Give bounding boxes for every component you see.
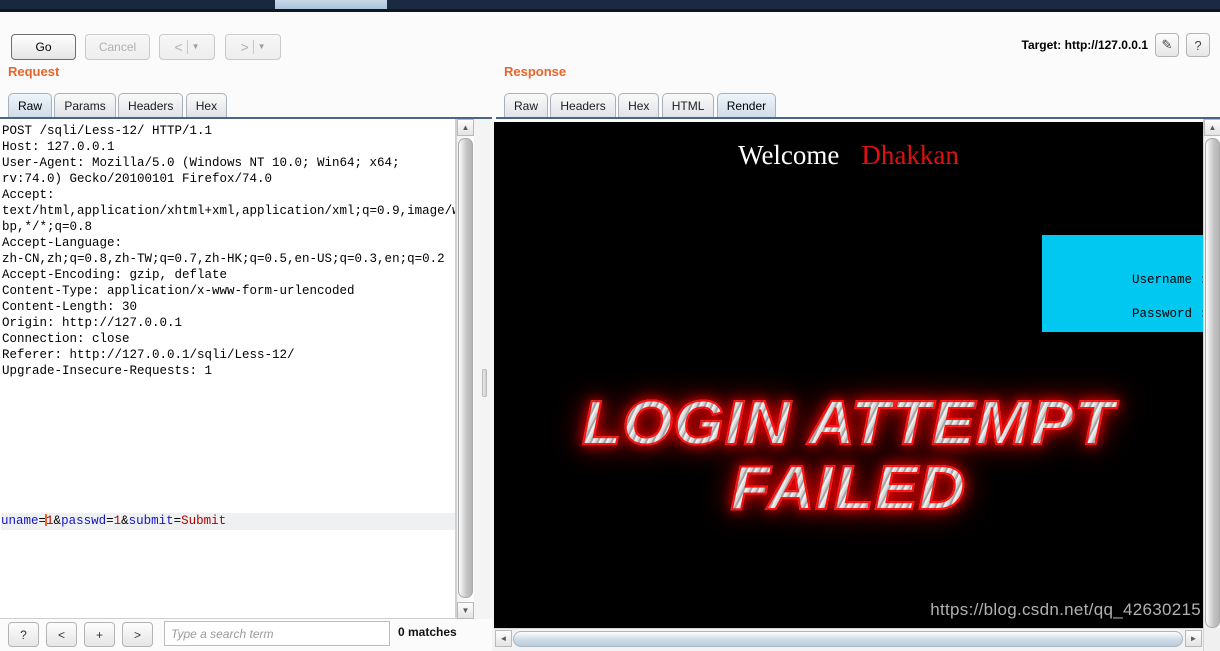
response-panel-title: Response bbox=[504, 64, 567, 79]
tab-response-html[interactable]: HTML bbox=[661, 93, 715, 117]
scroll-down-arrow-icon[interactable]: ▼ bbox=[457, 602, 474, 619]
request-body-line[interactable]: uname=1&passwd=1&submit=Submit bbox=[1, 513, 455, 530]
cancel-button[interactable]: Cancel bbox=[85, 34, 150, 60]
scroll-thumb[interactable] bbox=[1205, 138, 1220, 628]
body-token-8: & bbox=[121, 514, 129, 528]
splitter-grip[interactable] bbox=[482, 369, 487, 397]
burp-repeater-window: Go Cancel < ▼ > ▼ Target: http://127.0.0… bbox=[0, 0, 1220, 651]
search-help-button[interactable]: ? bbox=[8, 622, 39, 647]
blog-watermark: https://blog.csdn.net/qq_42630215 bbox=[930, 600, 1201, 619]
response-horizontal-scrollbar[interactable]: ◄ ► bbox=[494, 628, 1203, 651]
window-tabstrip-left bbox=[0, 0, 275, 9]
divider bbox=[252, 40, 254, 54]
chevron-down-icon[interactable]: ▼ bbox=[192, 43, 200, 51]
go-button[interactable]: Go bbox=[11, 34, 76, 60]
search-next-button[interactable]: > bbox=[122, 622, 153, 647]
rendered-response[interactable]: Welcome Dhakkan Username : Password : LOG… bbox=[494, 122, 1203, 628]
body-token-6: = bbox=[106, 514, 114, 528]
body-token-4: & bbox=[53, 514, 62, 528]
request-tabs: Raw Params Headers Hex bbox=[8, 93, 228, 119]
repeater-toolbar: Go Cancel < ▼ > ▼ Target: http://127.0.0… bbox=[0, 12, 1220, 60]
question-mark-icon: ? bbox=[1194, 37, 1202, 53]
password-label: Password : bbox=[1131, 307, 1203, 321]
body-token-7: 1 bbox=[113, 514, 122, 528]
forward-button[interactable]: > ▼ bbox=[225, 34, 281, 60]
window-tabstrip bbox=[0, 0, 1220, 9]
edit-target-button[interactable]: ✎ bbox=[1155, 33, 1179, 57]
tab-request-headers[interactable]: Headers bbox=[118, 93, 184, 117]
scroll-up-arrow-icon[interactable]: ▲ bbox=[1204, 119, 1220, 136]
tab-response-raw[interactable]: Raw bbox=[504, 93, 549, 117]
login-form-box: Username : Password : bbox=[1042, 235, 1203, 332]
scroll-thumb[interactable] bbox=[513, 631, 1183, 647]
search-add-button[interactable]: + bbox=[84, 622, 115, 647]
username-label: Username : bbox=[1131, 273, 1203, 287]
tab-request-raw[interactable]: Raw bbox=[8, 93, 53, 117]
divider bbox=[186, 40, 188, 54]
tab-response-render[interactable]: Render bbox=[716, 93, 777, 117]
tab-request-hex[interactable]: Hex bbox=[185, 93, 228, 117]
chevron-down-icon[interactable]: ▼ bbox=[258, 43, 266, 51]
welcome-text: Welcome bbox=[738, 140, 840, 170]
request-vertical-scrollbar[interactable]: ▲ ▼ bbox=[456, 119, 474, 619]
body-token-11: Submit bbox=[181, 514, 227, 528]
request-panel-title: Request bbox=[8, 64, 60, 79]
response-vertical-scrollbar[interactable]: ▲ bbox=[1203, 119, 1220, 651]
tab-response-hex[interactable]: Hex bbox=[618, 93, 660, 117]
target-area: Target: http://127.0.0.1 ✎ ? bbox=[1022, 33, 1210, 57]
tab-response-headers[interactable]: Headers bbox=[550, 93, 616, 117]
target-label: Target: http://127.0.0.1 bbox=[1021, 38, 1148, 52]
search-matches-count: 0 matches bbox=[398, 625, 457, 639]
search-prev-button[interactable]: < bbox=[46, 622, 77, 647]
request-editor[interactable]: POST /sqli/Less-12/ HTTP/1.1 Host: 127.0… bbox=[0, 119, 456, 619]
request-raw-headers: POST /sqli/Less-12/ HTTP/1.1 Host: 127.0… bbox=[2, 124, 456, 378]
scroll-left-arrow-icon[interactable]: ◄ bbox=[495, 630, 512, 647]
body-token-5: passwd bbox=[61, 514, 107, 528]
response-tabs-underline bbox=[496, 117, 1220, 119]
panel-splitter[interactable] bbox=[474, 119, 494, 651]
window-active-tab-sliver[interactable] bbox=[275, 0, 387, 9]
body-token-9: submit bbox=[128, 514, 174, 528]
response-tabs: Raw Headers Hex HTML Render bbox=[504, 93, 777, 119]
body-token-0: uname bbox=[1, 514, 39, 528]
search-input[interactable] bbox=[164, 621, 390, 646]
scrollbar-corner bbox=[1203, 628, 1220, 651]
chevron-right-icon: > bbox=[240, 39, 249, 55]
back-button[interactable]: < ▼ bbox=[159, 34, 215, 60]
tab-request-params[interactable]: Params bbox=[54, 93, 116, 117]
scroll-right-arrow-icon[interactable]: ► bbox=[1185, 630, 1202, 647]
login-failed-line-1: LOGIN ATTEMPT bbox=[494, 392, 1203, 456]
welcome-username: Dhakkan bbox=[861, 140, 959, 170]
scroll-up-arrow-icon[interactable]: ▲ bbox=[457, 119, 474, 136]
target-help-button[interactable]: ? bbox=[1186, 33, 1210, 57]
pencil-icon: ✎ bbox=[1161, 37, 1173, 52]
scroll-thumb[interactable] bbox=[458, 138, 473, 598]
login-failed-banner: LOGIN ATTEMPT FAILED bbox=[494, 392, 1203, 520]
login-failed-line-2: FAILED bbox=[494, 456, 1203, 520]
body-token-3: 1 bbox=[46, 514, 54, 528]
welcome-heading: Welcome Dhakkan bbox=[494, 140, 1203, 171]
chevron-left-icon: < bbox=[174, 39, 183, 55]
